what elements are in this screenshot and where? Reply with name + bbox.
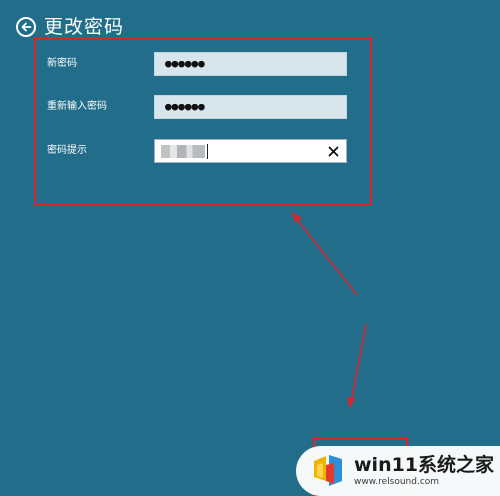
watermark-title: win11系统之家 [354,454,495,476]
new-password-label: 新密码 [47,58,77,69]
watermark-url: www.relsound.com [354,477,440,487]
arrow-down [347,323,367,409]
password-hint-label: 密码提示 [47,145,87,156]
new-password-row: 新密码 ●●●●●● [47,52,347,76]
site-logo-icon [314,455,342,486]
confirm-password-label: 重新输入密码 [47,101,107,112]
watermark: win11系统之家 www.relsound.com [296,446,500,496]
text-caret [207,144,208,159]
back-button[interactable] [16,17,36,37]
back-arrow-icon [21,22,32,32]
confirm-password-field[interactable]: ●●●●●● [154,95,347,119]
arrow-up [291,212,358,296]
password-hint-field[interactable] [154,139,347,163]
page-title: 更改密码 [44,16,125,38]
blurred-hint-text [161,145,205,158]
password-hint-row: 密码提示 [47,139,347,163]
confirm-password-row: 重新输入密码 ●●●●●● [47,95,347,119]
close-icon [328,146,338,156]
clear-button[interactable] [325,143,341,159]
new-password-field[interactable]: ●●●●●● [154,52,347,76]
